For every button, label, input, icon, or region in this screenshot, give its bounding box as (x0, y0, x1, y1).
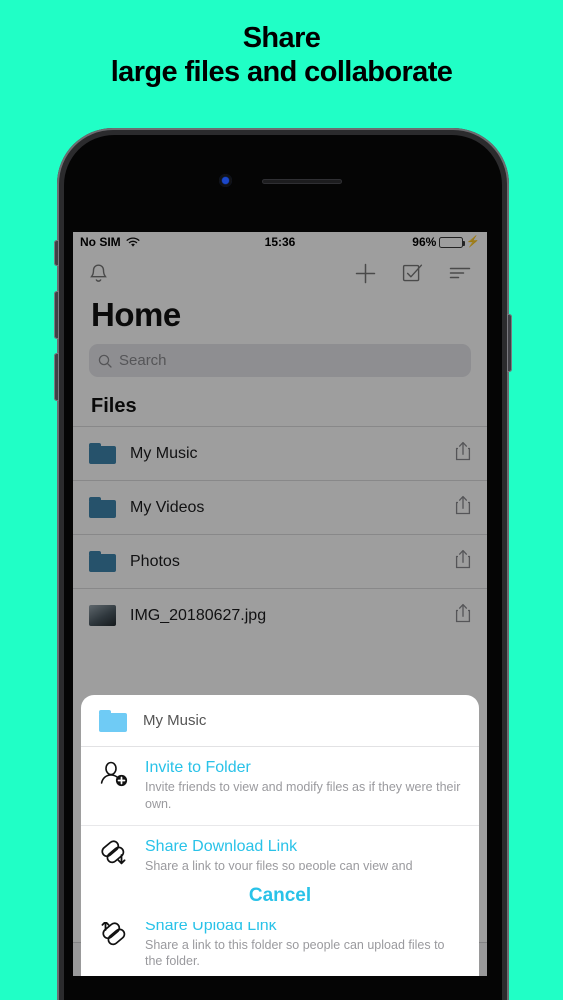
mute-switch-button[interactable] (54, 240, 59, 266)
action-sheet-header: My Music (81, 695, 479, 747)
action-sheet-layer: My Music Invite to Folder Invite friends… (73, 232, 487, 976)
cancel-button[interactable]: Cancel (81, 870, 479, 922)
action-item-title: Share Download Link (145, 837, 298, 855)
headline-line-2: large files and collaborate (110, 55, 453, 88)
volume-down-button[interactable] (54, 353, 59, 401)
front-camera-icon (219, 174, 232, 187)
action-item-subtitle: Share a link to this folder so people ca… (145, 937, 445, 969)
volume-up-button[interactable] (54, 291, 59, 339)
link-download-icon (99, 837, 133, 867)
phone-frame: No SIM 15:36 96% ⚡ Home Search Files My … (54, 128, 512, 1000)
action-sheet-item-invite[interactable]: Invite to Folder Invite friends to view … (81, 747, 479, 826)
earpiece-speaker (262, 179, 342, 184)
headline-line-1: Share (242, 22, 321, 54)
action-sheet: My Music Invite to Folder Invite friends… (81, 695, 479, 976)
action-item-subtitle: Invite friends to view and modify files … (145, 780, 461, 811)
page-headline: Share large files and collaborate (0, 22, 563, 89)
power-button[interactable] (507, 314, 512, 372)
person-add-icon (99, 758, 133, 788)
action-sheet-title: My Music (143, 712, 207, 729)
folder-icon (99, 709, 127, 732)
phone-screen: No SIM 15:36 96% ⚡ Home Search Files My … (73, 232, 487, 976)
action-item-title: Invite to Folder (145, 759, 251, 776)
